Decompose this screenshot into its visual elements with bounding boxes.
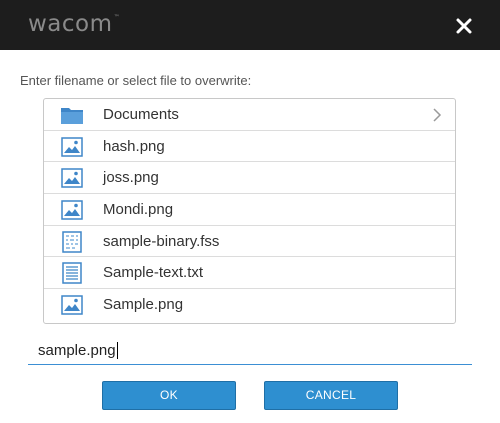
list-item-file[interactable]: Sample-text.txt xyxy=(44,257,455,290)
list-item-file[interactable]: Sample.png xyxy=(44,289,455,321)
filename-input[interactable] xyxy=(28,337,472,365)
image-file-icon xyxy=(61,200,83,220)
file-list[interactable]: Documents hash.png joss.png Mondi.png sa… xyxy=(43,98,456,324)
image-file-icon xyxy=(61,295,83,315)
file-name: Documents xyxy=(103,106,179,123)
image-file-icon xyxy=(61,136,83,157)
list-item-file[interactable]: joss.png xyxy=(44,162,455,195)
cancel-button[interactable]: CANCEL xyxy=(264,381,398,410)
chevron-right-icon xyxy=(433,108,442,122)
file-name: Mondi.png xyxy=(103,201,174,219)
list-item-file[interactable]: hash.png xyxy=(44,131,455,163)
file-name: sample-binary.fss xyxy=(103,232,220,250)
image-file-icon xyxy=(61,168,83,189)
title-bar: wacom™ xyxy=(0,0,500,50)
binary-file-icon xyxy=(62,231,82,253)
logo-text: wacom xyxy=(28,11,113,37)
list-item-file[interactable]: sample-binary.fss xyxy=(44,226,455,258)
ok-button[interactable]: OK xyxy=(102,381,236,410)
file-name: hash.png xyxy=(103,137,165,155)
list-item-folder[interactable]: Documents xyxy=(44,99,455,131)
list-item-file[interactable]: Mondi.png xyxy=(44,194,455,226)
file-name: Sample-text.txt xyxy=(103,264,204,282)
text-caret xyxy=(116,342,118,359)
wacom-logo: wacom™ xyxy=(28,11,120,37)
folder-icon xyxy=(61,108,83,124)
close-icon[interactable] xyxy=(451,13,477,39)
prompt-label: Enter filename or select file to overwri… xyxy=(20,73,252,88)
file-name: Sample.png xyxy=(103,296,184,314)
file-name: joss.png xyxy=(103,169,159,187)
logo-trademark: ™ xyxy=(113,14,121,21)
text-file-icon xyxy=(62,262,82,285)
